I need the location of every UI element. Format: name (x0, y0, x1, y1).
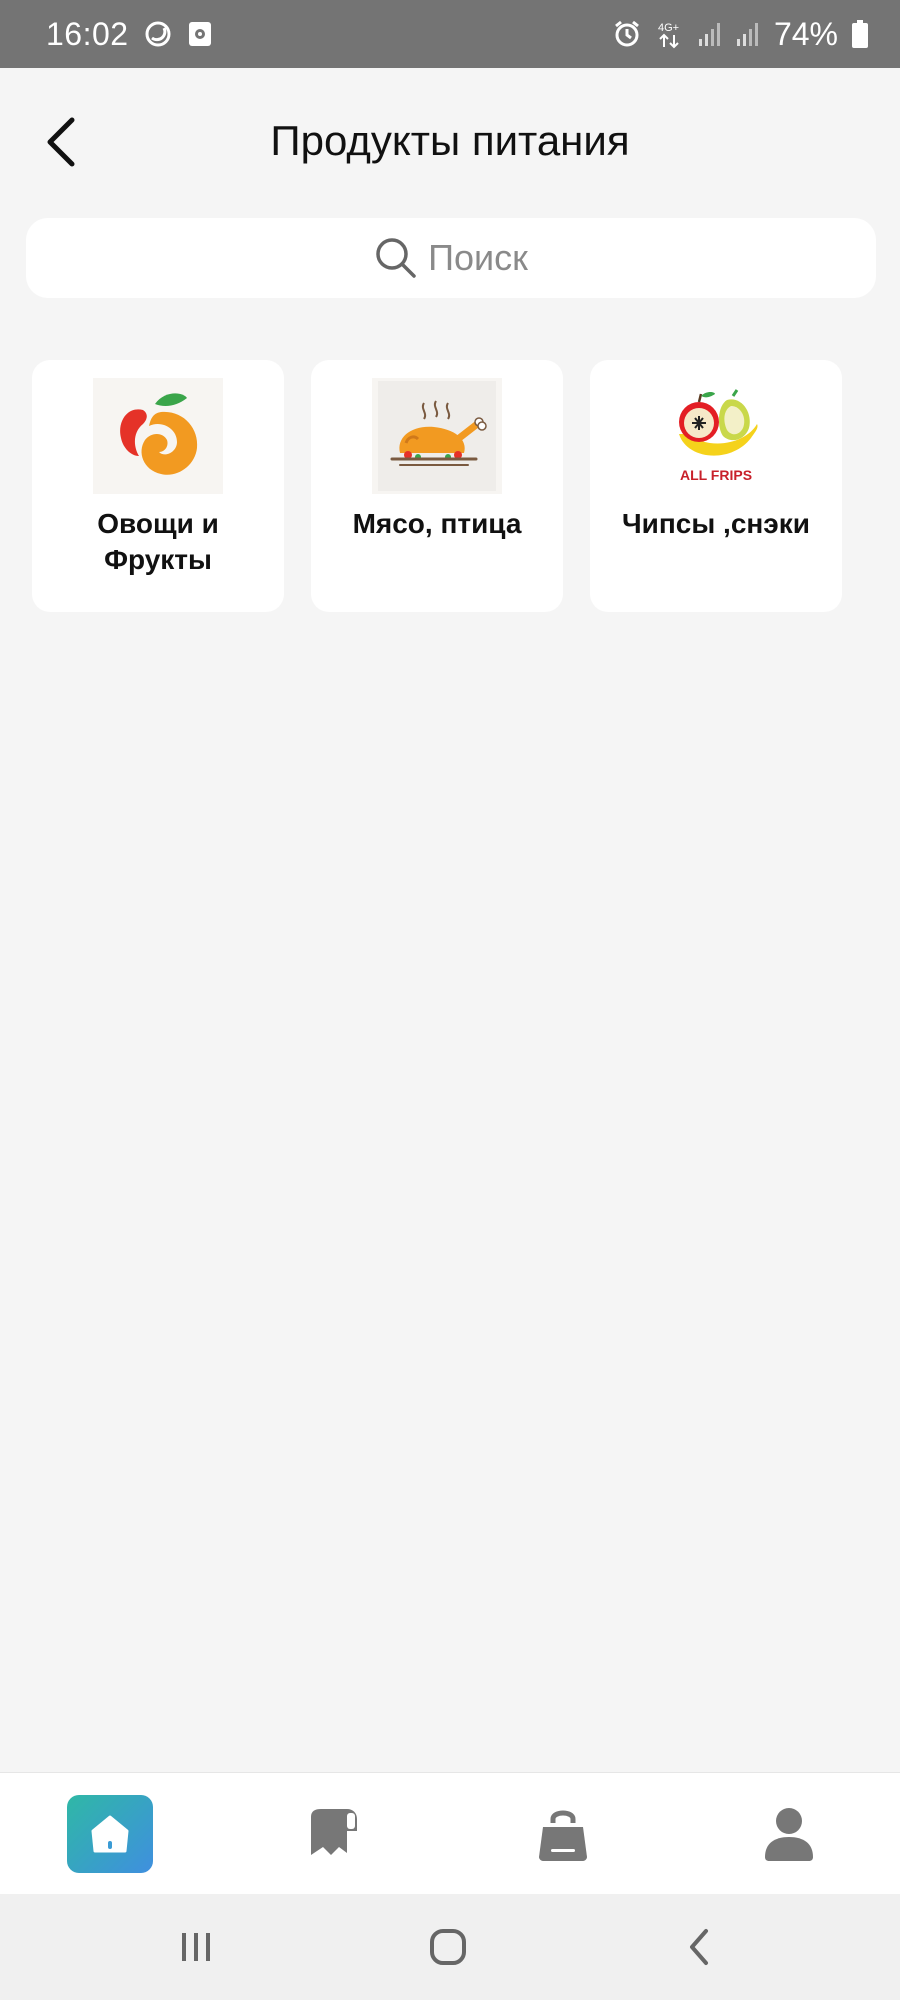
search-input[interactable]: Поиск (26, 218, 876, 298)
nav-bag-button[interactable] (520, 1795, 606, 1873)
screenshot-icon (187, 20, 213, 48)
category-card-fruits[interactable]: Овощи и Фрукты (32, 360, 284, 612)
roast-chicken-image (372, 378, 502, 494)
profile-icon (765, 1808, 813, 1861)
nav-catalog-button[interactable] (290, 1795, 376, 1873)
category-card-meat[interactable]: Мясо, птица (311, 360, 563, 612)
category-label: Чипсы ,снэки (621, 508, 810, 539)
status-time: 16:02 (46, 15, 129, 52)
system-nav-bar (0, 1894, 900, 2000)
back-icon (690, 1929, 708, 1965)
chevron-left-icon (47, 117, 75, 167)
category-grid: Овощи и Фрукты Мясо, птица ALL FRIPS Чип… (32, 360, 882, 612)
search-icon (374, 236, 418, 280)
recents-button[interactable] (166, 1920, 226, 1974)
shopping-bag-icon (539, 1810, 587, 1861)
signal-icon-2 (736, 21, 760, 47)
do-not-disturb-icon (143, 19, 173, 49)
status-bar: 16:02 4G+ 74% (0, 0, 900, 68)
nav-home-button[interactable] (67, 1795, 153, 1873)
nav-profile-button[interactable] (746, 1795, 832, 1873)
search-placeholder: Поиск (428, 237, 528, 278)
catalog-icon (311, 1809, 357, 1855)
all-frips-logo-image: ALL FRIPS (651, 378, 781, 494)
page-title: Продукты питания (270, 117, 630, 164)
system-home-button[interactable] (418, 1920, 478, 1974)
recents-icon (182, 1933, 210, 1961)
network-label: 4G+ (658, 22, 679, 34)
category-label: Мясо, птица (352, 508, 522, 539)
alarm-icon (612, 19, 642, 49)
home-icon (91, 1815, 129, 1853)
home-outline-icon (430, 1929, 466, 1965)
all-frips-text: ALL FRIPS (680, 467, 752, 483)
status-left: 16:02 (46, 16, 213, 53)
system-back-button[interactable] (670, 1920, 730, 1974)
battery-icon (852, 20, 868, 48)
bottom-nav (0, 1772, 900, 1894)
category-card-snacks[interactable]: ALL FRIPS Чипсы ,снэки (590, 360, 842, 612)
status-right: 4G+ 74% (612, 16, 868, 53)
battery-percent: 74% (773, 15, 838, 52)
category-label: Овощи и Фрукты (97, 508, 219, 575)
back-button[interactable] (30, 112, 90, 172)
fruit-logo-image (93, 378, 223, 494)
header: Продукты питания (0, 68, 900, 214)
signal-icon (698, 21, 722, 47)
network-4g-icon: 4G+ (656, 19, 684, 49)
